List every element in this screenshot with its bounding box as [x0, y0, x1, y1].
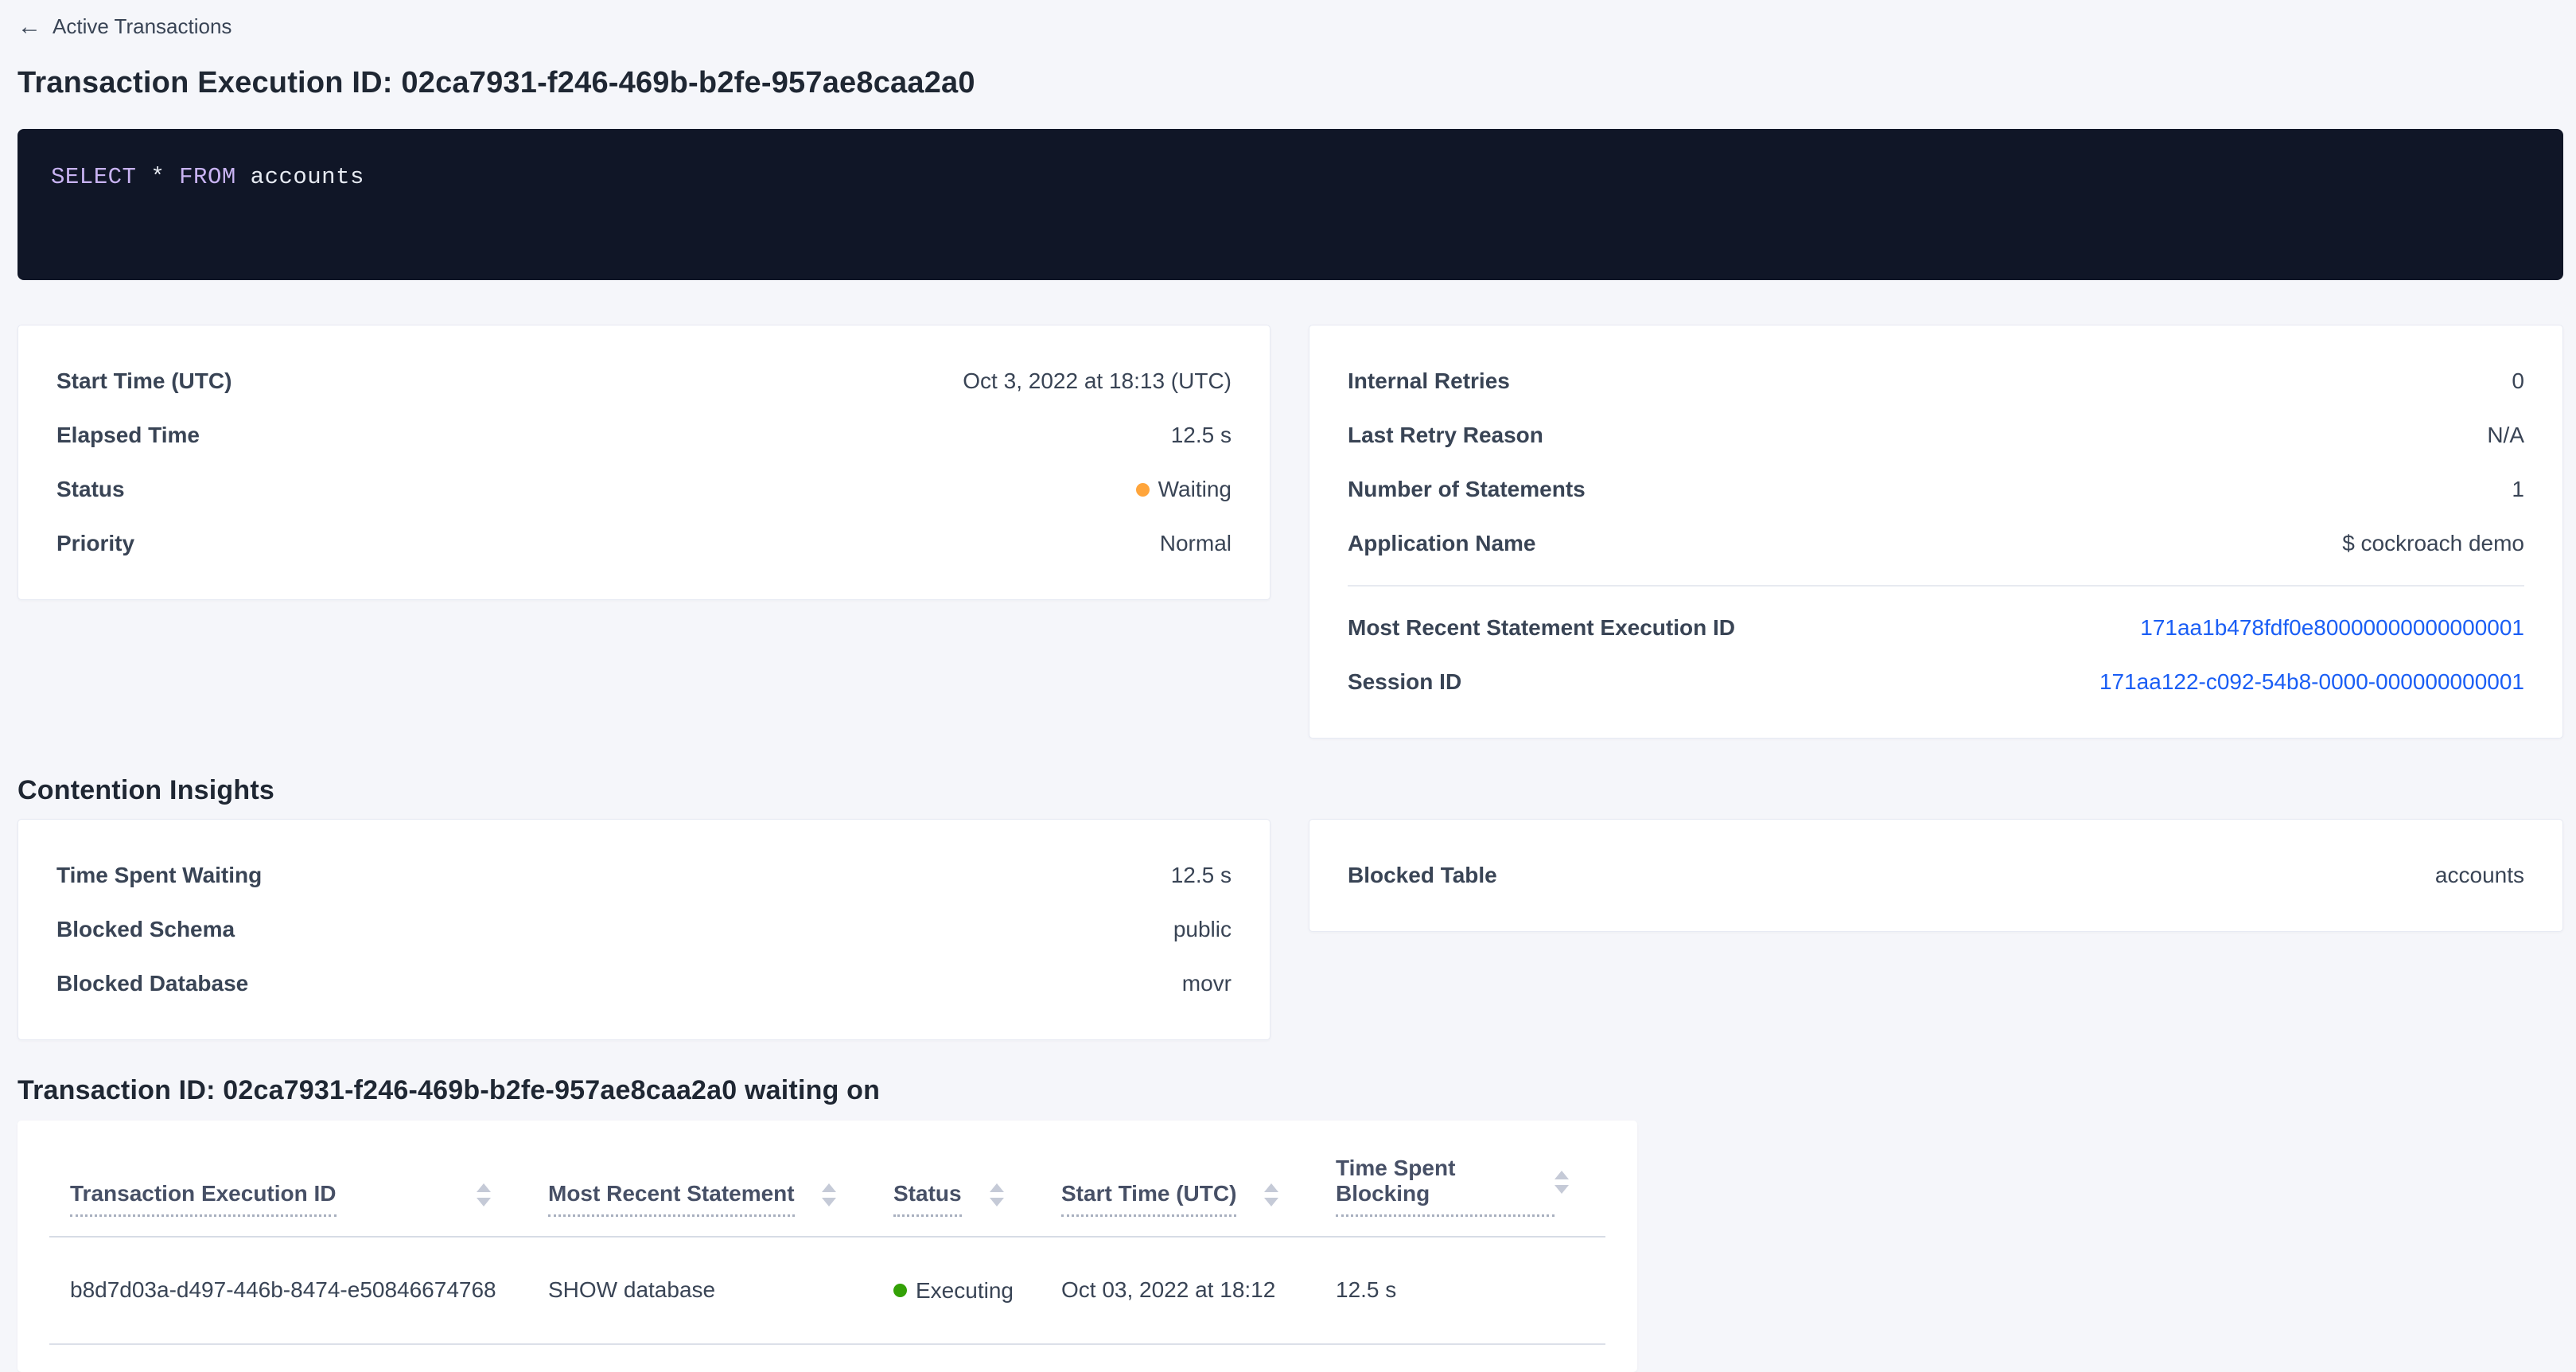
contention-insights-heading: Contention Insights [18, 775, 2563, 806]
application-name-value: $ cockroach demo [2342, 531, 2524, 556]
blocked-schema-value: public [1173, 917, 1232, 942]
time-spent-waiting-label: Time Spent Waiting [56, 863, 262, 888]
last-retry-reason-label: Last Retry Reason [1348, 423, 1543, 448]
card-divider [1348, 585, 2524, 587]
column-header-start-time[interactable]: Start Time (UTC) [1041, 1138, 1315, 1237]
sql-star: * [136, 164, 179, 190]
back-link-active-transactions[interactable]: ← Active Transactions [18, 14, 232, 39]
sql-statement: SELECT * FROM accounts [51, 164, 2530, 190]
sort-icon [1264, 1183, 1278, 1206]
blocked-database-row: Blocked Database movr [56, 957, 1232, 1011]
status-value: Waiting [1136, 477, 1232, 502]
back-arrow-icon: ← [18, 15, 41, 39]
sort-icon [477, 1183, 491, 1206]
waiting-on-heading: Transaction ID: 02ca7931-f246-469b-b2fe-… [18, 1075, 2563, 1106]
statement-execution-id-link[interactable]: 171aa1b478fdf0e80000000000000001 [2140, 615, 2524, 641]
waiting-transactions-table-card: Transaction Execution ID Most Recent Sta… [18, 1121, 1637, 1372]
cell-start-time: Oct 03, 2022 at 18:12 [1041, 1237, 1315, 1344]
sql-statement-box: SELECT * FROM accounts [18, 129, 2563, 280]
executing-status-dot-icon [893, 1284, 907, 1297]
session-id-link[interactable]: 171aa122-c092-54b8-0000-000000000001 [2099, 669, 2524, 695]
column-header-time-spent-blocking[interactable]: Time Spent Blocking [1315, 1138, 1605, 1237]
last-retry-reason-value: N/A [2487, 423, 2524, 448]
sort-icon [822, 1183, 836, 1206]
blocked-table-row: Blocked Table accounts [1348, 848, 2524, 902]
status-label: Status [56, 477, 125, 502]
blocked-table-label: Blocked Table [1348, 863, 1497, 888]
status-value-text: Waiting [1158, 477, 1232, 502]
column-header-most-recent-statement[interactable]: Most Recent Statement [527, 1138, 873, 1237]
elapsed-time-row: Elapsed Time 12.5 s [56, 408, 1232, 462]
time-spent-waiting-value: 12.5 s [1171, 863, 1232, 888]
sort-icon [990, 1183, 1004, 1206]
column-header-label: Transaction Execution ID [70, 1181, 337, 1217]
start-time-value: Oct 3, 2022 at 18:13 (UTC) [963, 368, 1232, 394]
cell-transaction-execution-id: b8d7d03a-d497-446b-8474-e50846674768 [49, 1237, 527, 1344]
column-header-label: Start Time (UTC) [1061, 1181, 1236, 1217]
cell-status: Executing [873, 1237, 1041, 1344]
blocked-database-value: movr [1182, 971, 1232, 996]
sort-icon [1555, 1171, 1569, 1194]
elapsed-time-label: Elapsed Time [56, 423, 200, 448]
sql-keyword-select: SELECT [51, 164, 136, 190]
contention-cards-row: Time Spent Waiting 12.5 s Blocked Schema… [18, 819, 2563, 1040]
cell-status-text: Executing [916, 1278, 1014, 1304]
back-link-label: Active Transactions [53, 14, 232, 39]
priority-value: Normal [1160, 531, 1232, 556]
blocked-schema-row: Blocked Schema public [56, 902, 1232, 957]
internal-retries-label: Internal Retries [1348, 368, 1510, 394]
number-of-statements-label: Number of Statements [1348, 477, 1586, 502]
cell-most-recent-statement: SHOW database [527, 1237, 873, 1344]
internal-retries-value: 0 [2512, 368, 2524, 394]
overview-cards-row: Start Time (UTC) Oct 3, 2022 at 18:13 (U… [18, 325, 2563, 739]
table-row: b8d7d03a-d497-446b-8474-e50846674768 SHO… [49, 1237, 1605, 1344]
status-row: Status Waiting [56, 462, 1232, 516]
start-time-row: Start Time (UTC) Oct 3, 2022 at 18:13 (U… [56, 354, 1232, 408]
contention-card-left: Time Spent Waiting 12.5 s Blocked Schema… [18, 819, 1270, 1040]
elapsed-time-value: 12.5 s [1171, 423, 1232, 448]
last-retry-reason-row: Last Retry Reason N/A [1348, 408, 2524, 462]
sql-table-name: accounts [236, 164, 364, 190]
application-name-row: Application Name $ cockroach demo [1348, 516, 2524, 571]
overview-card-left: Start Time (UTC) Oct 3, 2022 at 18:13 (U… [18, 325, 1270, 600]
time-spent-waiting-row: Time Spent Waiting 12.5 s [56, 848, 1232, 902]
column-header-label: Status [893, 1181, 962, 1217]
transaction-details-page: ← Active Transactions Transaction Execut… [0, 0, 2576, 1372]
cell-time-spent-blocking: 12.5 s [1315, 1237, 1605, 1344]
number-of-statements-row: Number of Statements 1 [1348, 462, 2524, 516]
waiting-transactions-table: Transaction Execution ID Most Recent Sta… [49, 1138, 1605, 1345]
statement-execution-id-label: Most Recent Statement Execution ID [1348, 615, 1735, 641]
column-header-transaction-execution-id[interactable]: Transaction Execution ID [49, 1138, 527, 1237]
column-header-status[interactable]: Status [873, 1138, 1041, 1237]
sql-keyword-from: FROM [179, 164, 236, 190]
session-id-row: Session ID 171aa122-c092-54b8-0000-00000… [1348, 655, 2524, 709]
start-time-label: Start Time (UTC) [56, 368, 232, 394]
waiting-status-dot-icon [1136, 483, 1150, 497]
blocked-database-label: Blocked Database [56, 971, 248, 996]
priority-row: Priority Normal [56, 516, 1232, 571]
contention-card-right: Blocked Table accounts [1309, 819, 2563, 932]
statement-execution-id-row: Most Recent Statement Execution ID 171aa… [1348, 601, 2524, 655]
column-header-label: Most Recent Statement [548, 1181, 795, 1217]
session-id-label: Session ID [1348, 669, 1461, 695]
blocked-schema-label: Blocked Schema [56, 917, 235, 942]
priority-label: Priority [56, 531, 134, 556]
overview-card-right: Internal Retries 0 Last Retry Reason N/A… [1309, 325, 2563, 739]
column-header-label: Time Spent Blocking [1336, 1156, 1555, 1217]
page-title: Transaction Execution ID: 02ca7931-f246-… [18, 66, 2563, 100]
table-header-row: Transaction Execution ID Most Recent Sta… [49, 1138, 1605, 1237]
internal-retries-row: Internal Retries 0 [1348, 354, 2524, 408]
number-of-statements-value: 1 [2512, 477, 2524, 502]
blocked-table-value: accounts [2435, 863, 2524, 888]
application-name-label: Application Name [1348, 531, 1535, 556]
